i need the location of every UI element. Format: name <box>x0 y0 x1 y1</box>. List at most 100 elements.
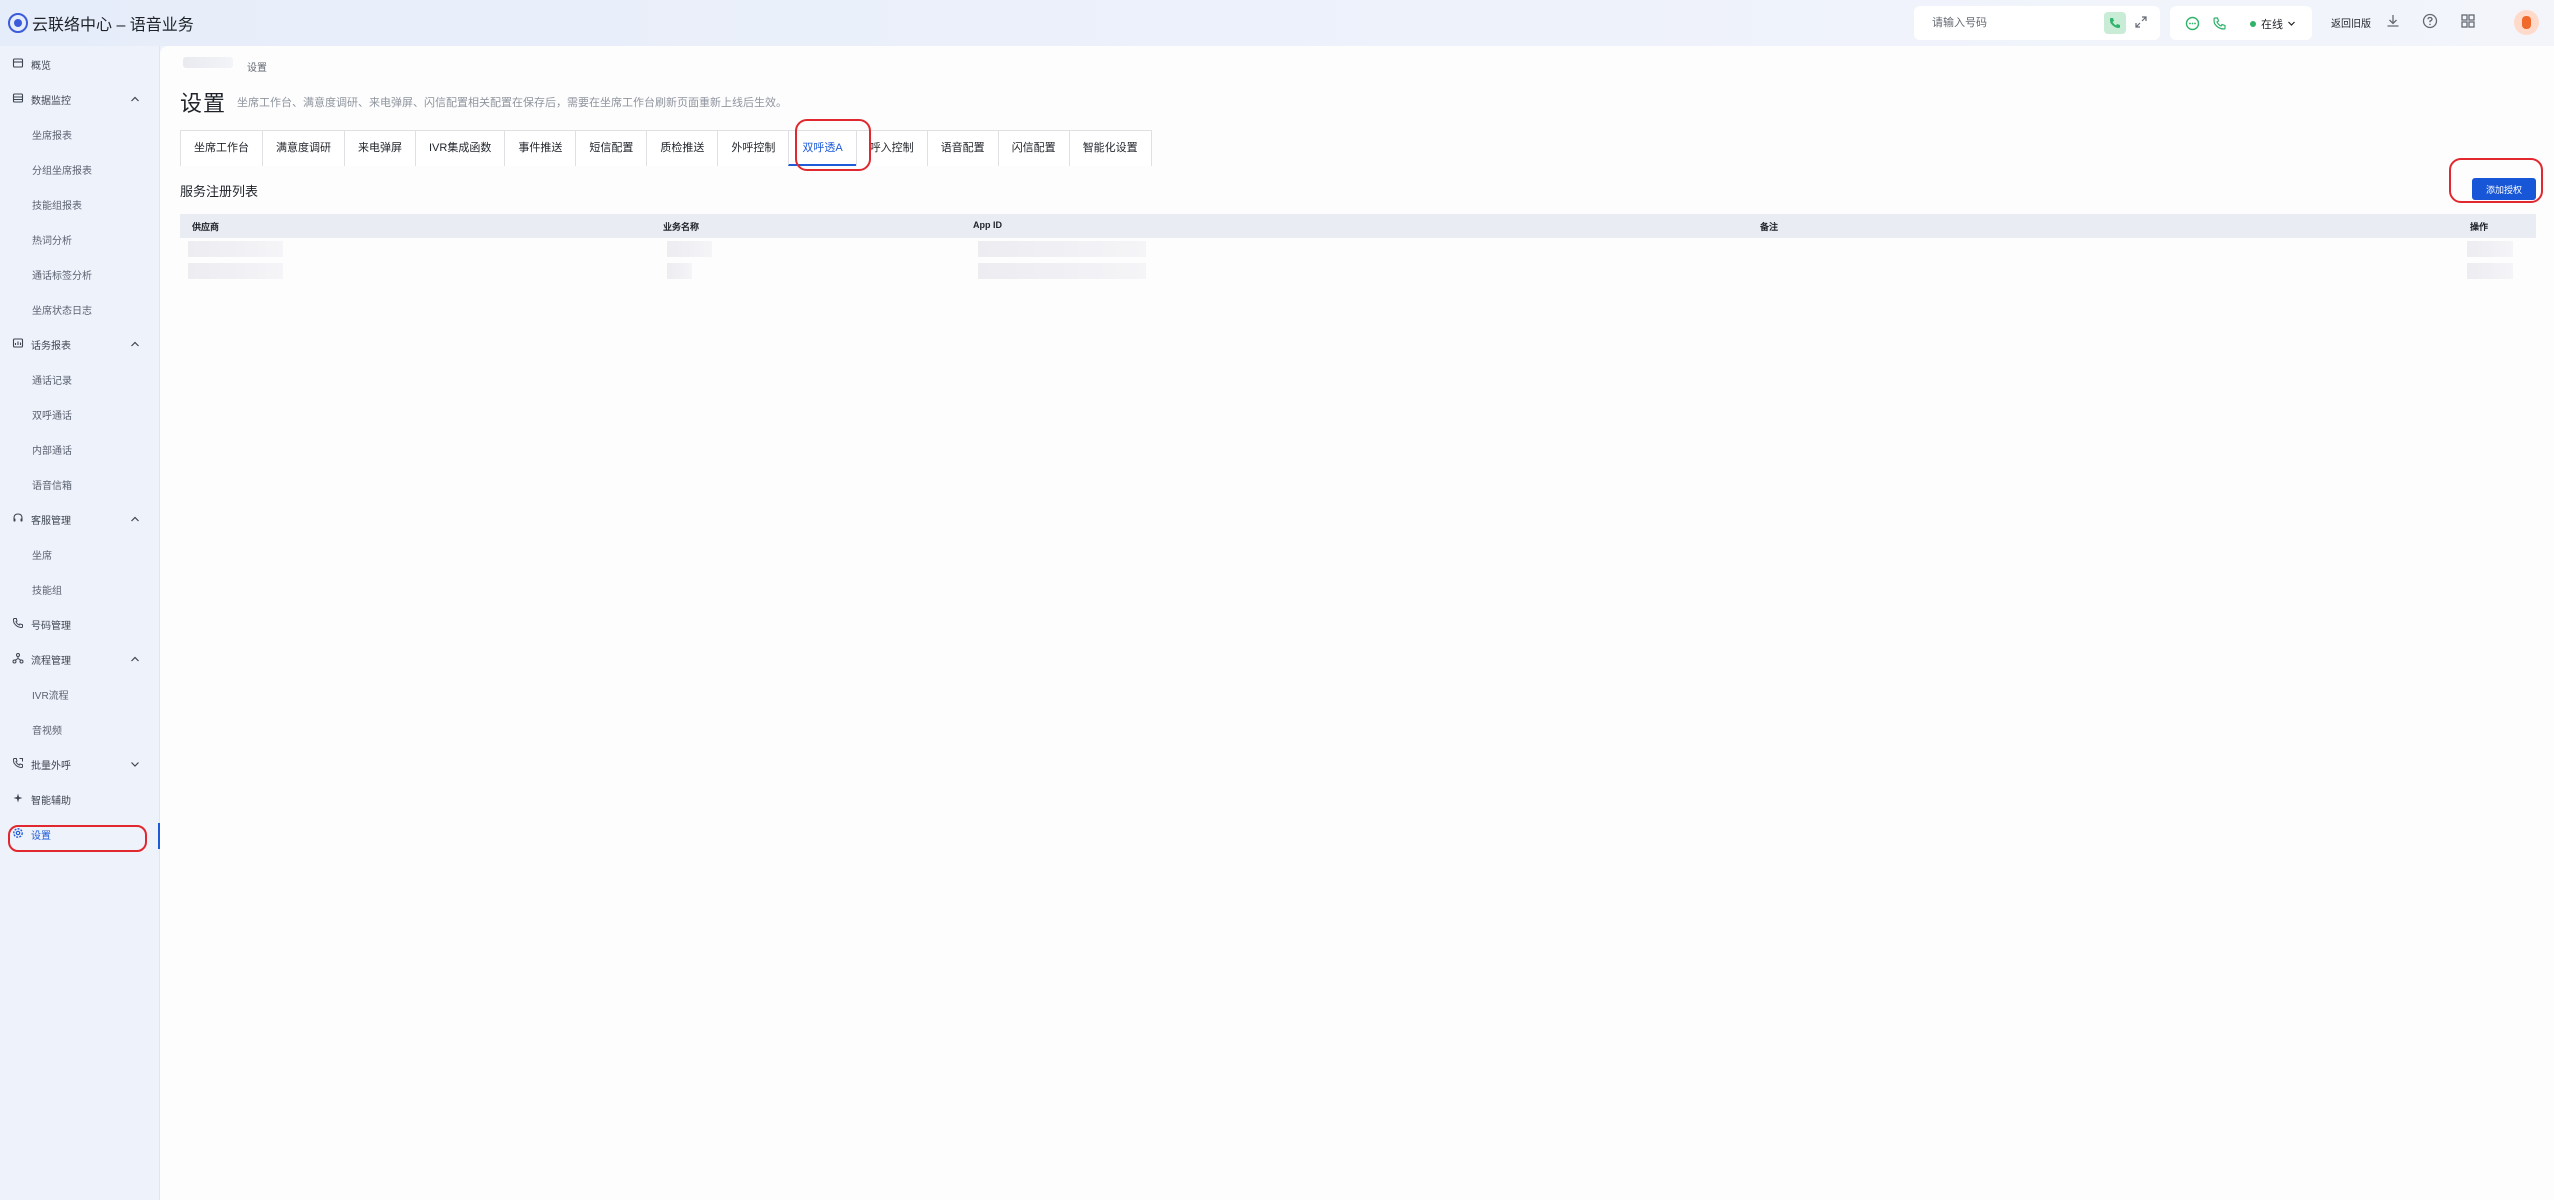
sidebar-item-skill-group-report[interactable]: 技能组报表 <box>0 186 160 221</box>
sidebar-item-hotword-analysis[interactable]: 热词分析 <box>0 221 160 256</box>
table-row <box>180 238 2536 260</box>
tab-incoming-popup[interactable]: 来电弹屏 <box>344 130 416 166</box>
back-to-old-version-link[interactable]: 返回旧版 <box>2331 15 2371 30</box>
dial-call-button[interactable] <box>2104 12 2126 34</box>
table-header: 供应商 业务名称 App ID 备注 操作 <box>180 214 2536 238</box>
sidebar-item-label: 批量外呼 <box>31 761 71 772</box>
sidebar-item-label: 坐席 <box>32 551 52 562</box>
sidebar-item-batch-outbound[interactable]: 批量外呼 <box>0 746 160 781</box>
sidebar-item-label: 流程管理 <box>31 656 71 667</box>
sidebar-item-label: 音视频 <box>32 726 62 737</box>
tab-event-push[interactable]: 事件推送 <box>504 130 577 166</box>
sidebar-item-voicemail[interactable]: 语音信箱 <box>0 466 160 501</box>
add-authorization-button[interactable]: 添加授权 <box>2472 178 2536 200</box>
chevron-up-icon <box>131 341 139 347</box>
page-description: 坐席工作台、满意度调研、来电弹屏、闪信配置相关配置在保存后，需要在坐席工作台刷新… <box>237 97 787 109</box>
sidebar-item-label: 设置 <box>31 831 51 842</box>
sidebar-item-label: 智能辅助 <box>31 796 71 807</box>
sidebar-item-ai-assist[interactable]: 智能辅助 <box>0 781 160 816</box>
chevron-down-icon[interactable] <box>2287 19 2296 28</box>
sidebar-item-label: 坐席状态日志 <box>32 306 92 317</box>
sidebar-item-dual-call[interactable]: 双呼通话 <box>0 396 160 431</box>
table-row <box>180 260 2536 282</box>
dial-panel <box>1914 6 2160 40</box>
sidebar-item-label: 号码管理 <box>31 621 71 632</box>
sidebar-item-traffic-report[interactable]: 话务报表 <box>0 326 160 361</box>
sidebar-item-service-management[interactable]: 客服管理 <box>0 501 160 536</box>
sidebar-item-media[interactable]: 音视频 <box>0 711 160 746</box>
breadcrumb-parent-redacted <box>183 57 233 68</box>
tab-agent-workbench[interactable]: 坐席工作台 <box>180 130 263 166</box>
ai-assist-icon <box>13 793 23 803</box>
page-title: 设置 <box>180 91 227 116</box>
settings-icon <box>13 828 23 838</box>
tab-satisfaction-survey[interactable]: 满意度调研 <box>262 130 345 166</box>
sidebar-item-label: 通话标签分析 <box>32 271 92 282</box>
sidebar: 概览 数据监控 坐席报表 分组坐席报表 技能组报表 热词分析 通话标签分析 坐席… <box>0 46 160 1200</box>
sidebar-item-label: 客服管理 <box>31 516 71 527</box>
tab-inbound-control[interactable]: 呼入控制 <box>855 130 928 166</box>
sidebar-item-call-records[interactable]: 通话记录 <box>0 361 160 396</box>
sidebar-item-label: 数据监控 <box>31 96 71 107</box>
chevron-down-icon <box>131 762 139 767</box>
main-content: 设置 设置 坐席工作台、满意度调研、来电弹屏、闪信配置相关配置在保存后，需要在坐… <box>160 46 2554 1200</box>
redacted-cell <box>978 263 1146 279</box>
expand-icon[interactable] <box>2134 15 2148 29</box>
section-title: 服务注册列表 <box>180 184 259 199</box>
tab-smart-settings[interactable]: 智能化设置 <box>1068 130 1152 166</box>
tab-flash-sms-config[interactable]: 闪信配置 <box>997 130 1070 166</box>
tab-outbound-control[interactable]: 外呼控制 <box>717 130 790 166</box>
agent-status-select[interactable]: 在线 <box>2261 16 2283 32</box>
redacted-cell <box>667 263 692 279</box>
column-header-vendor: 供应商 <box>192 222 220 232</box>
sidebar-item-agents[interactable]: 坐席 <box>0 536 160 571</box>
tab-dual-call-passthrough[interactable]: 双呼透A <box>788 130 857 166</box>
column-header-remark: 备注 <box>1760 222 1779 232</box>
column-header-business-name: 业务名称 <box>663 222 700 232</box>
overview-icon <box>12 58 24 68</box>
sidebar-item-settings[interactable]: 设置 <box>0 816 160 851</box>
sidebar-item-ivr-flow[interactable]: IVR流程 <box>0 676 160 711</box>
sidebar-item-number-management[interactable]: 号码管理 <box>0 606 160 641</box>
chevron-up-icon <box>131 516 139 522</box>
sidebar-item-overview[interactable]: 概览 <box>0 46 160 81</box>
sidebar-item-label: 坐席报表 <box>32 131 72 142</box>
redacted-cell <box>188 263 283 279</box>
sidebar-item-label: 概览 <box>31 61 51 72</box>
sidebar-item-internal-call[interactable]: 内部通话 <box>0 431 160 466</box>
top-header: 云联络中心 – 语音业务 在线 返回旧版 <box>0 0 2554 46</box>
phone-icon <box>12 618 23 629</box>
sidebar-item-data-monitor[interactable]: 数据监控 <box>0 81 160 116</box>
tab-qa-push[interactable]: 质检推送 <box>646 130 719 166</box>
tab-ivr-functions[interactable]: IVR集成函数 <box>415 130 506 166</box>
user-avatar[interactable] <box>2514 10 2539 35</box>
redacted-action-cell[interactable] <box>2467 241 2513 257</box>
sidebar-item-label: 话务报表 <box>31 341 71 352</box>
sidebar-item-agent-status-log[interactable]: 坐席状态日志 <box>0 291 160 326</box>
agent-status-panel: 在线 <box>2170 6 2312 40</box>
download-icon[interactable] <box>2384 12 2402 30</box>
headset-icon <box>13 513 23 522</box>
sidebar-item-call-tag-analysis[interactable]: 通话标签分析 <box>0 256 160 291</box>
sidebar-item-group-agent-report[interactable]: 分组坐席报表 <box>0 151 160 186</box>
flow-icon <box>12 653 24 664</box>
app-logo-icon <box>8 13 28 33</box>
phone-number-input[interactable] <box>1932 14 2102 32</box>
tab-sms-config[interactable]: 短信配置 <box>575 130 648 166</box>
apps-grid-icon[interactable] <box>2459 12 2477 30</box>
chat-icon[interactable] <box>2185 16 2200 31</box>
sidebar-item-label: 热词分析 <box>32 236 72 247</box>
sidebar-item-label: IVR流程 <box>32 691 69 702</box>
sidebar-item-skill-groups[interactable]: 技能组 <box>0 571 160 606</box>
help-icon[interactable] <box>2421 12 2439 30</box>
sidebar-item-label: 技能组 <box>32 586 62 597</box>
sidebar-item-agent-report[interactable]: 坐席报表 <box>0 116 160 151</box>
tab-voice-config[interactable]: 语音配置 <box>926 130 999 166</box>
redacted-action-cell[interactable] <box>2467 263 2513 279</box>
sidebar-item-flow-management[interactable]: 流程管理 <box>0 641 160 676</box>
phone-icon[interactable] <box>2212 16 2227 31</box>
monitor-icon <box>12 93 24 103</box>
service-registry-table: 供应商 业务名称 App ID 备注 操作 <box>180 214 2536 282</box>
sidebar-item-label: 分组坐席报表 <box>32 166 92 177</box>
report-icon <box>12 338 24 348</box>
